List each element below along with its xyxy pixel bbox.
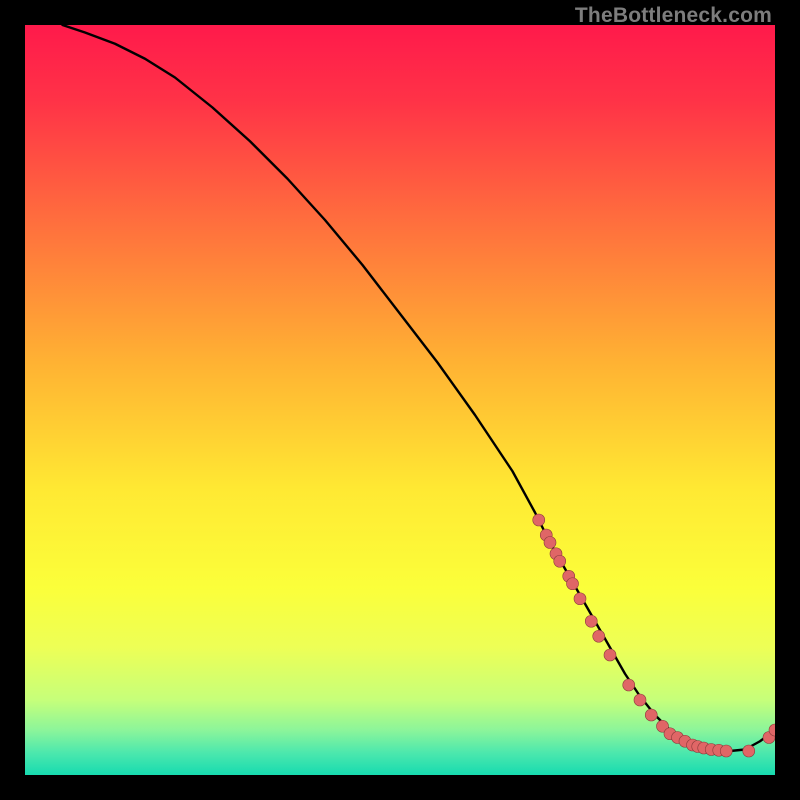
plot-area	[25, 25, 775, 775]
background-gradient	[25, 25, 775, 775]
chart-container: TheBottleneck.com	[0, 0, 800, 800]
